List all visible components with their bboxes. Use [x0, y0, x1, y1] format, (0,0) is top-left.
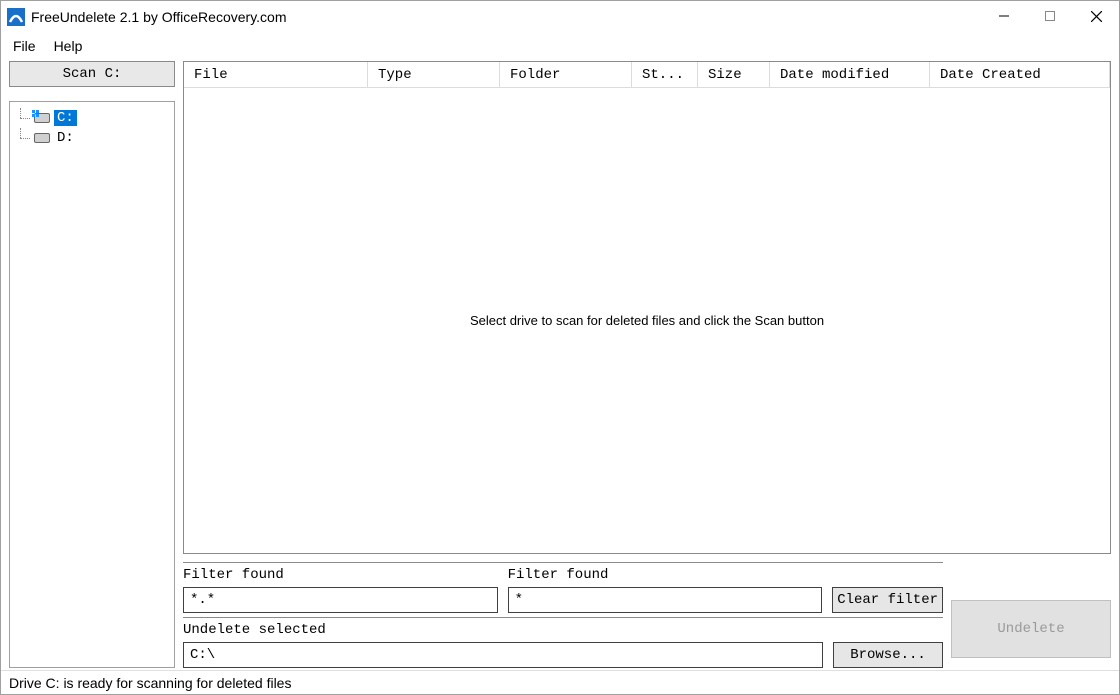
minimize-button[interactable]: [981, 1, 1027, 31]
file-list-placeholder: Select drive to scan for deleted files a…: [470, 313, 824, 328]
menu-file[interactable]: File: [13, 38, 36, 54]
window-controls: [981, 1, 1119, 33]
filter-input-1[interactable]: [183, 587, 498, 613]
col-date-modified[interactable]: Date modified: [770, 62, 930, 87]
filter-input-2[interactable]: [508, 587, 823, 613]
bottom-section: Filter found Filter found Clear filter U…: [183, 562, 1111, 668]
col-file[interactable]: File: [184, 62, 368, 87]
app-icon: [7, 8, 25, 26]
col-date-created[interactable]: Date Created: [930, 62, 1110, 87]
column-headers: File Type Folder St... Size Date modifie…: [184, 62, 1110, 88]
undelete-button[interactable]: Undelete: [951, 600, 1111, 658]
maximize-button[interactable]: [1027, 1, 1073, 31]
drive-label: C:: [54, 110, 77, 126]
menu-help[interactable]: Help: [54, 38, 83, 54]
col-type[interactable]: Type: [368, 62, 500, 87]
drive-icon: [34, 133, 50, 143]
filter-group-1: Filter found: [183, 567, 498, 613]
title-bar: FreeUndelete 2.1 by OfficeRecovery.com: [1, 1, 1119, 33]
filter-group-2: Filter found: [508, 567, 823, 613]
col-size[interactable]: Size: [698, 62, 770, 87]
col-st[interactable]: St...: [632, 62, 698, 87]
main-area: Scan C: C: D: File Type Folder St... Siz…: [1, 59, 1119, 670]
undelete-group: Undelete selected: [183, 622, 823, 668]
drive-tree[interactable]: C: D:: [9, 101, 175, 668]
close-button[interactable]: [1073, 1, 1119, 31]
window-title: FreeUndelete 2.1 by OfficeRecovery.com: [31, 9, 981, 25]
filter-label-2: Filter found: [508, 567, 823, 583]
filter-label-1: Filter found: [183, 567, 498, 583]
right-panel: File Type Folder St... Size Date modifie…: [183, 61, 1111, 668]
file-list-body: Select drive to scan for deleted files a…: [184, 88, 1110, 553]
drive-item-c[interactable]: C:: [14, 108, 170, 128]
status-bar: Drive C: is ready for scanning for delet…: [1, 670, 1119, 694]
drive-label: D:: [54, 130, 77, 146]
filter-block: Filter found Filter found Clear filter U…: [183, 562, 943, 668]
drive-item-d[interactable]: D:: [14, 128, 170, 148]
col-folder[interactable]: Folder: [500, 62, 632, 87]
clear-filter-button[interactable]: Clear filter: [832, 587, 943, 613]
undelete-path-input[interactable]: [183, 642, 823, 668]
drive-icon: [34, 113, 50, 123]
undelete-button-wrap: Undelete: [951, 590, 1111, 668]
scan-button[interactable]: Scan C:: [9, 61, 175, 87]
file-list: File Type Folder St... Size Date modifie…: [183, 61, 1111, 554]
browse-button[interactable]: Browse...: [833, 642, 943, 668]
left-panel: Scan C: C: D:: [9, 61, 175, 668]
undelete-label: Undelete selected: [183, 622, 823, 638]
menu-bar: File Help: [1, 33, 1119, 59]
status-text: Drive C: is ready for scanning for delet…: [9, 675, 291, 691]
